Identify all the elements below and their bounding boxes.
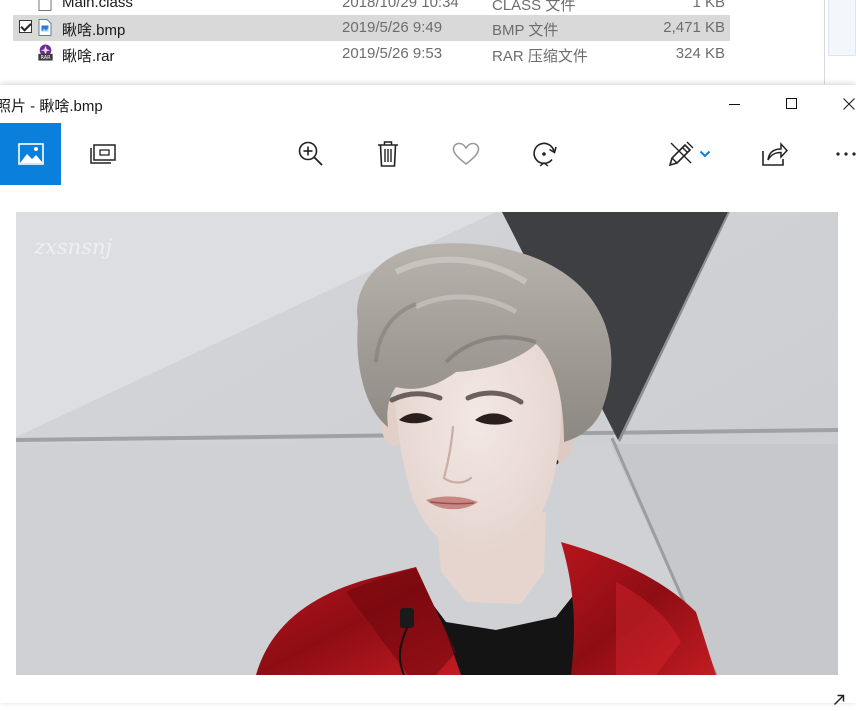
explorer-preview-pane [828, 0, 856, 56]
maximize-icon [786, 98, 797, 109]
displayed-photo[interactable]: zxsnsnj [16, 212, 838, 675]
file-date: 2019/5/26 9:53 [342, 45, 443, 62]
delete-button[interactable] [361, 123, 415, 185]
explorer-side-panel [824, 0, 856, 84]
photo-collection-icon [17, 143, 44, 165]
file-type: BMP 文件 [492, 22, 559, 39]
minimize-button[interactable] [706, 85, 764, 123]
chevron-down-icon [699, 150, 711, 158]
close-icon [843, 98, 855, 110]
slideshow-button[interactable] [76, 123, 130, 185]
more-icon [836, 152, 856, 156]
collection-button[interactable] [0, 123, 61, 185]
toolbar [0, 123, 856, 185]
file-name: 瞅啥.rar [62, 48, 115, 65]
rotate-icon [533, 142, 557, 167]
title-bar[interactable]: 照片 - 瞅啥.bmp [0, 85, 856, 123]
file-date: 2018/10/29 10:34 [342, 0, 459, 11]
svg-text:RAR: RAR [41, 55, 52, 61]
file-row-main-class[interactable]: Main.class 2018/10/29 10:34 CLASS 文件 1 K… [13, 0, 730, 16]
file-select-checkbox[interactable] [19, 20, 32, 33]
rotate-button[interactable] [517, 123, 571, 185]
expand-button[interactable] [826, 689, 852, 711]
slideshow-icon [90, 144, 116, 164]
file-type: CLASS 文件 [492, 0, 576, 14]
file-icon [38, 0, 52, 11]
close-button[interactable] [820, 85, 856, 123]
maximize-button[interactable] [763, 85, 821, 123]
share-button[interactable] [748, 123, 802, 185]
window-title: 照片 - 瞅啥.bmp [0, 98, 103, 115]
image-viewer[interactable]: zxsnsnj [0, 185, 856, 706]
file-size: 2,471 KB [663, 19, 725, 36]
file-size: 1 KB [692, 0, 725, 11]
file-type: RAR 压缩文件 [492, 48, 588, 65]
portrait-photo-image: zxsnsnj [16, 212, 838, 675]
edit-create-icon [668, 141, 694, 167]
rar-file-icon: RAR [38, 44, 53, 61]
edit-create-button[interactable] [658, 123, 720, 185]
zoom-in-icon [298, 141, 323, 166]
file-row-rar[interactable]: RAR 瞅啥.rar 2019/5/26 9:53 RAR 压缩文件 324 K… [13, 41, 730, 67]
file-date: 2019/5/26 9:49 [342, 19, 443, 36]
favorite-heart-icon [452, 142, 480, 166]
zoom-in-button[interactable] [284, 123, 338, 185]
share-icon [762, 142, 789, 166]
more-button[interactable] [826, 123, 856, 185]
watermark-text: zxsnsnj [33, 235, 113, 259]
expand-arrow-icon [833, 694, 845, 706]
file-name: 瞅啥.bmp [62, 22, 126, 39]
bmp-file-icon [38, 19, 52, 36]
minimize-icon [729, 104, 740, 105]
delete-icon [378, 141, 398, 167]
file-row-bmp[interactable]: 瞅啥.bmp 2019/5/26 9:49 BMP 文件 2,471 KB [13, 15, 730, 41]
explorer-divider [824, 0, 825, 84]
favorite-button[interactable] [439, 123, 493, 185]
photos-app-window: 照片 - 瞅啥.bmp zxsnsnj [0, 85, 856, 706]
file-name: Main.class [62, 0, 133, 11]
file-size: 324 KB [675, 45, 725, 62]
file-explorer-window: Main.class 2018/10/29 10:34 CLASS 文件 1 K… [0, 0, 824, 84]
